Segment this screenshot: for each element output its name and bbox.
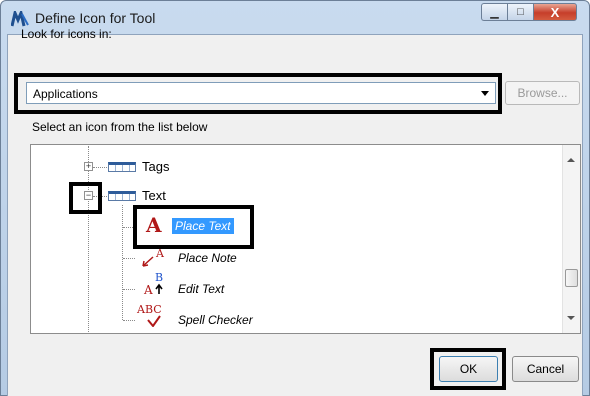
tree-line xyxy=(123,258,135,259)
scroll-down-icon[interactable] xyxy=(567,316,575,320)
window-title: Define Icon for Tool xyxy=(35,10,156,26)
place-note-letter-icon: A xyxy=(156,247,164,260)
tree-node-tags[interactable]: Tags xyxy=(142,159,169,174)
close-button[interactable]: X xyxy=(533,3,577,21)
microstation-app-icon xyxy=(11,11,29,27)
tree-line xyxy=(123,289,135,290)
browse-button[interactable]: Browse... xyxy=(505,81,580,105)
scroll-up-icon[interactable] xyxy=(567,158,575,162)
table-folder-icon xyxy=(108,191,136,201)
cancel-button-label: Cancel xyxy=(526,362,565,376)
window-controls: ▁ □ X xyxy=(481,3,577,23)
close-icon: X xyxy=(550,4,560,20)
ok-button[interactable]: OK xyxy=(439,356,498,382)
tree-line xyxy=(123,320,135,321)
collapse-text-toggle[interactable]: − xyxy=(84,191,93,200)
tree-item-edit-text[interactable]: Edit Text xyxy=(178,282,224,296)
tree-line xyxy=(122,205,123,320)
maximize-icon: □ xyxy=(517,6,524,18)
dropdown-arrow-icon[interactable] xyxy=(481,91,489,96)
look-for-selected-value: Applications xyxy=(33,87,98,101)
edit-text-a-icon: A xyxy=(144,283,153,297)
cancel-button[interactable]: Cancel xyxy=(512,356,579,382)
maximize-button[interactable]: □ xyxy=(507,3,533,21)
expand-tags-toggle[interactable]: + xyxy=(84,162,93,171)
tree-item-place-note[interactable]: Place Note xyxy=(178,251,237,265)
tree-line xyxy=(93,167,107,168)
browse-button-label: Browse... xyxy=(517,86,568,100)
edit-arrow-icon xyxy=(155,283,163,294)
tree-node-text[interactable]: Text xyxy=(142,188,166,203)
tree-item-spell-checker[interactable]: Spell Checker xyxy=(178,313,253,327)
icon-tree-list[interactable] xyxy=(30,144,581,334)
ok-button-label: OK xyxy=(459,362,478,376)
plus-icon: + xyxy=(85,161,92,171)
minus-icon: − xyxy=(85,190,92,200)
minimize-icon: ▁ xyxy=(490,6,499,19)
look-for-label: Look for icons in: xyxy=(21,27,112,41)
instruction-label: Select an icon from the list below xyxy=(32,120,208,134)
table-folder-icon xyxy=(108,162,136,172)
look-for-dropdown[interactable]: Applications xyxy=(26,82,496,104)
place-note-icon xyxy=(142,256,154,267)
tree-item-place-text[interactable]: Place Text xyxy=(172,218,234,234)
tree-line xyxy=(88,146,89,332)
minimize-button[interactable]: ▁ xyxy=(481,3,507,21)
place-text-icon: A xyxy=(146,213,162,237)
checkmark-icon xyxy=(147,315,161,327)
scroll-thumb[interactable] xyxy=(565,269,578,287)
tree-scrollbar[interactable] xyxy=(562,145,580,333)
